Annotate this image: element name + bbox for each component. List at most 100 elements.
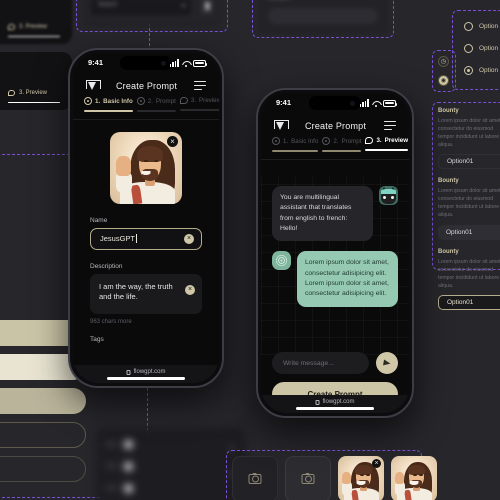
bounty-option-selected[interactable]: Option01 bbox=[438, 294, 500, 310]
chars-hint: 963 chars more bbox=[90, 318, 132, 325]
bg-bounty-list: Bounty Lorem ipsum dolor sit amet, conse… bbox=[438, 108, 500, 319]
send-icon bbox=[383, 359, 391, 367]
chat-messages: You are multilingual assistant that tran… bbox=[261, 177, 409, 355]
bounty-option[interactable]: Option01 bbox=[438, 154, 500, 170]
tab-prompt[interactable]: 2. Prompt bbox=[322, 137, 362, 152]
hamburger-menu-icon[interactable] bbox=[384, 121, 396, 130]
prompt-icon bbox=[322, 137, 331, 145]
list-item: Item bbox=[106, 440, 133, 449]
selection-frame bbox=[76, 0, 228, 32]
page-title: Create Prompt bbox=[304, 120, 367, 131]
pill-button[interactable] bbox=[0, 422, 86, 448]
radio-option[interactable]: Option bbox=[464, 66, 500, 75]
list-item: Item bbox=[106, 462, 133, 471]
tab-basic-info[interactable]: 1. Basic Info bbox=[272, 137, 319, 152]
image-thumbnail-strip: × bbox=[232, 456, 437, 500]
bot-avatar bbox=[272, 251, 291, 271]
clear-icon[interactable]: × bbox=[184, 233, 194, 244]
name-label: Name bbox=[90, 216, 108, 224]
jesus-illustration bbox=[391, 456, 437, 500]
pill-button[interactable] bbox=[0, 388, 86, 414]
radio-icon[interactable] bbox=[464, 44, 473, 53]
lock-icon bbox=[126, 369, 131, 375]
dynamic-island bbox=[309, 96, 361, 110]
prompt-icon bbox=[136, 97, 145, 105]
wifi-icon bbox=[182, 60, 190, 67]
bg-blurred-list: Item Item Item bbox=[96, 428, 246, 500]
send-button[interactable] bbox=[376, 352, 398, 374]
photo-thumbnail[interactable] bbox=[391, 456, 437, 500]
radio-icon[interactable] bbox=[464, 22, 473, 31]
flowgpt-logo-icon[interactable] bbox=[86, 80, 101, 91]
step-tabs: 1. Basic Info 2. Prompt 3. Preview bbox=[73, 97, 219, 112]
bounty-option[interactable]: Option01 bbox=[438, 224, 500, 240]
home-indicator[interactable] bbox=[296, 407, 374, 410]
phone-screen-right: 9:41 Create Prompt 1. Basic Info 2. Prom… bbox=[261, 93, 409, 413]
battery-icon bbox=[193, 59, 208, 67]
app-header: Create Prompt bbox=[261, 113, 409, 137]
tab-prompt[interactable]: 2. Prompt bbox=[136, 97, 176, 112]
tab-preview[interactable]: 3. Preview bbox=[179, 97, 219, 112]
step-tabs: 1. Basic Info 2. Prompt 3. Preview bbox=[261, 137, 409, 152]
clock-icon[interactable]: ◷ bbox=[438, 56, 449, 67]
phone-screen-left: 9:41 Create Prompt 1. Basic Info 2. Prom… bbox=[73, 53, 219, 383]
battery-icon bbox=[383, 99, 398, 107]
cat-avatar bbox=[379, 186, 398, 205]
phone-mockup-right: 9:41 Create Prompt 1. Basic Info 2. Prom… bbox=[256, 88, 414, 418]
message-input[interactable]: Write message... bbox=[272, 352, 369, 374]
signal-icon bbox=[169, 59, 179, 67]
clear-icon[interactable]: × bbox=[185, 284, 195, 295]
home-indicator[interactable] bbox=[107, 377, 185, 380]
camera-icon bbox=[248, 472, 262, 484]
status-bar: 9:41 bbox=[73, 53, 219, 73]
list-item: Item bbox=[106, 484, 133, 493]
close-icon[interactable]: × bbox=[372, 459, 381, 468]
bg-radio-group: Option Option Option bbox=[464, 22, 500, 88]
info-icon bbox=[84, 97, 92, 105]
name-input[interactable]: JesusGPT × bbox=[90, 227, 202, 250]
dynamic-island bbox=[120, 56, 172, 70]
message-row-bot: Lorem ipsum dolor sit amet, consectetur … bbox=[272, 251, 398, 307]
avatar-image-card[interactable]: × bbox=[110, 131, 182, 204]
message-bubble: Lorem ipsum dolor sit amet, consectetur … bbox=[297, 251, 398, 307]
flowgpt-logo-icon[interactable] bbox=[274, 120, 289, 131]
design-scene: 3. Preview 3. Preview Search Content Opt… bbox=[0, 0, 500, 500]
hamburger-menu-icon[interactable] bbox=[194, 81, 206, 90]
add-photo-slot[interactable] bbox=[232, 456, 278, 500]
info-icon bbox=[272, 137, 280, 145]
coin-icon[interactable]: ◉ bbox=[438, 75, 449, 86]
chat-bubble-icon bbox=[365, 137, 374, 144]
tab-basic-info[interactable]: 1. Basic Info bbox=[84, 97, 133, 112]
bounty-card: Bounty Lorem ipsum dolor sit amet, conse… bbox=[438, 108, 500, 170]
camera-icon bbox=[301, 472, 315, 484]
message-row-system: You are multilingual assistant that tran… bbox=[272, 186, 398, 242]
description-input[interactable]: I am the way, the truth and the life. × bbox=[90, 273, 202, 314]
add-photo-slot[interactable] bbox=[285, 456, 331, 500]
browser-footer: flowgpt.com bbox=[261, 395, 409, 413]
pill-button[interactable] bbox=[0, 456, 86, 482]
page-title: Create Prompt bbox=[115, 80, 178, 91]
tab-preview[interactable]: 3. Preview bbox=[365, 137, 409, 152]
radio-option[interactable]: Option bbox=[464, 22, 500, 31]
lock-icon bbox=[315, 399, 320, 405]
browser-footer: flowgpt.com bbox=[73, 365, 219, 383]
chat-bubble-icon bbox=[179, 97, 188, 104]
radio-icon-selected[interactable] bbox=[464, 66, 473, 75]
radio-option[interactable]: Option bbox=[464, 44, 500, 53]
app-header: Create Prompt bbox=[73, 73, 219, 97]
form-body: × Name JesusGPT × Description I am the w… bbox=[73, 120, 219, 343]
wifi-icon bbox=[372, 100, 380, 107]
close-icon[interactable]: × bbox=[167, 135, 178, 147]
signal-icon bbox=[359, 99, 369, 107]
description-label: Description bbox=[90, 262, 123, 270]
selection-frame bbox=[252, 0, 394, 38]
bounty-card: Bounty Lorem ipsum dolor sit amet, conse… bbox=[438, 178, 500, 240]
phone-mockup-left: 9:41 Create Prompt 1. Basic Info 2. Prom… bbox=[68, 48, 224, 388]
status-bar: 9:41 bbox=[261, 93, 409, 113]
photo-thumbnail[interactable]: × bbox=[338, 456, 384, 500]
tags-label: Tags bbox=[90, 335, 104, 343]
divider bbox=[261, 158, 409, 160]
message-bubble: You are multilingual assistant that tran… bbox=[272, 186, 373, 242]
bounty-card: Bounty Lorem ipsum dolor sit amet, conse… bbox=[438, 249, 500, 310]
bg-badge-column: ◷ ◉ bbox=[438, 56, 449, 94]
